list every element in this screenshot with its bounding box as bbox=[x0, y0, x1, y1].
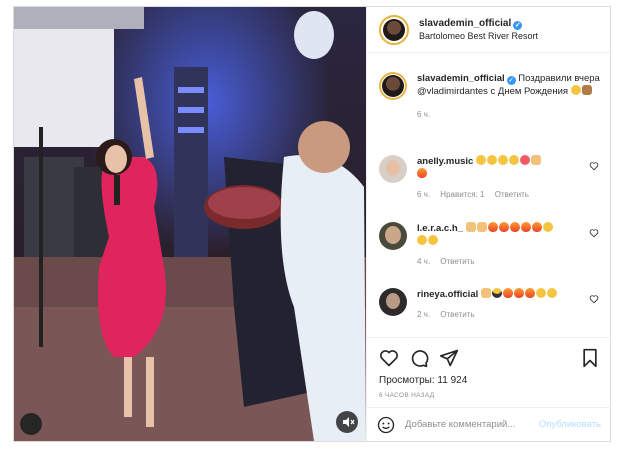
laugh-emoji-icon bbox=[417, 235, 427, 245]
commenter-avatar[interactable] bbox=[379, 155, 407, 183]
verified-icon: ✓ bbox=[506, 76, 516, 85]
laugh-emoji-icon bbox=[428, 235, 438, 245]
posted-ago[interactable]: 6 ЧАСОВ НАЗАД bbox=[379, 392, 434, 399]
fire-emoji-icon bbox=[509, 222, 520, 232]
speaker-muted-icon[interactable] bbox=[336, 411, 358, 433]
comment-body: anelly.music bbox=[417, 155, 605, 181]
smile-icon[interactable] bbox=[377, 416, 395, 434]
comment-item: rineya.official 2 ч. Ответить bbox=[379, 288, 605, 319]
post-side-panel: slavademin_official ✓ Bartolomeo Best Riv… bbox=[366, 7, 611, 441]
views-count: 11 924 bbox=[437, 375, 468, 386]
victory-emoji-icon bbox=[480, 288, 491, 298]
comment-time[interactable]: 4 ч. bbox=[417, 257, 430, 266]
burger-emoji-icon bbox=[581, 85, 592, 95]
comment-item: l.e.r.a.c.h_ 4 ч. Ответить bbox=[379, 222, 605, 266]
caption-text-block: slavademin_official ✓ Поздравили вчера @v… bbox=[417, 72, 605, 98]
clap-emoji-icon bbox=[476, 222, 487, 232]
comment-meta: 4 ч. Ответить bbox=[417, 257, 605, 266]
comment-likes[interactable]: Нравится: 1 bbox=[440, 190, 484, 199]
publish-button[interactable]: Опубликовать bbox=[539, 419, 601, 430]
party-scene-image bbox=[14, 7, 366, 441]
fire-emoji-icon bbox=[498, 222, 509, 232]
fire-emoji-icon bbox=[417, 168, 427, 178]
views-label: Просмотры: bbox=[379, 375, 435, 386]
post-actions: Просмотры: 11 924 6 ЧАСОВ НАЗАД bbox=[367, 337, 611, 407]
post-header: slavademin_official ✓ Bartolomeo Best Riv… bbox=[367, 7, 610, 53]
tagged-user-icon[interactable] bbox=[20, 413, 42, 435]
caption: slavademin_official ✓ Поздравили вчера @v… bbox=[379, 72, 605, 119]
hands-up-emoji-icon bbox=[530, 155, 541, 165]
caption-username[interactable]: slavademin_official bbox=[417, 73, 505, 84]
laugh-emoji-icon bbox=[570, 85, 581, 95]
add-comment-bar: Опубликовать bbox=[367, 407, 611, 441]
comment-icon[interactable] bbox=[409, 348, 429, 368]
laugh-emoji-icon bbox=[535, 288, 546, 298]
laugh-emoji-icon bbox=[475, 155, 486, 165]
share-icon[interactable] bbox=[439, 348, 459, 368]
fire-emoji-icon bbox=[487, 222, 498, 232]
bookmark-icon[interactable] bbox=[581, 348, 599, 368]
laugh-emoji-icon bbox=[508, 155, 519, 165]
verified-icon: ✓ bbox=[513, 21, 523, 30]
reply-link[interactable]: Ответить bbox=[495, 190, 529, 199]
fire-emoji-icon bbox=[524, 288, 535, 298]
comments-list: slavademin_official ✓ Поздравили вчера @v… bbox=[367, 54, 611, 337]
reply-link[interactable]: Ответить bbox=[440, 310, 474, 319]
laugh-emoji-icon bbox=[486, 155, 497, 165]
like-comment-icon[interactable] bbox=[589, 228, 599, 238]
comment-body: l.e.r.a.c.h_ bbox=[417, 222, 605, 248]
views-count-row[interactable]: Просмотры: 11 924 bbox=[379, 375, 467, 386]
comment-username[interactable]: l.e.r.a.c.h_ bbox=[417, 223, 463, 234]
comment-time[interactable]: 2 ч. bbox=[417, 310, 430, 319]
fire-emoji-icon bbox=[502, 288, 513, 298]
comment-item: anelly.music 6 ч. Нравится: 1 Ответить bbox=[379, 155, 605, 199]
action-icons bbox=[379, 348, 459, 368]
sunglasses-emoji-icon bbox=[491, 288, 502, 298]
post-location[interactable]: Bartolomeo Best River Resort bbox=[419, 30, 538, 42]
instagram-post: slavademin_official ✓ Bartolomeo Best Riv… bbox=[13, 6, 611, 442]
fire-emoji-icon bbox=[531, 222, 542, 232]
heart-icon[interactable] bbox=[379, 348, 399, 368]
like-comment-icon[interactable] bbox=[589, 294, 599, 304]
comment-username[interactable]: anelly.music bbox=[417, 156, 473, 167]
caption-time[interactable]: 6 ч. bbox=[417, 110, 430, 119]
comment-body: rineya.official bbox=[417, 288, 605, 301]
laugh-emoji-icon bbox=[497, 155, 508, 165]
comment-time[interactable]: 6 ч. bbox=[417, 190, 430, 199]
clap-emoji-icon bbox=[465, 222, 476, 232]
author-username-row[interactable]: slavademin_official ✓ bbox=[419, 17, 538, 30]
comment-meta: 2 ч. Ответить bbox=[417, 310, 605, 319]
commenter-avatar[interactable] bbox=[379, 288, 407, 316]
fire-emoji-icon bbox=[513, 288, 524, 298]
like-comment-icon[interactable] bbox=[589, 161, 599, 171]
laugh-emoji-icon bbox=[546, 288, 557, 298]
caption-meta: 6 ч. bbox=[417, 110, 605, 119]
author-avatar[interactable] bbox=[379, 14, 409, 45]
heart-eyes-emoji-icon bbox=[519, 155, 530, 165]
caption-avatar[interactable] bbox=[379, 72, 407, 100]
laugh-emoji-icon bbox=[542, 222, 553, 232]
comment-username[interactable]: rineya.official bbox=[417, 289, 478, 300]
author-info: slavademin_official ✓ Bartolomeo Best Riv… bbox=[419, 17, 538, 42]
comment-meta: 6 ч. Нравится: 1 Ответить bbox=[417, 190, 605, 199]
comment-input[interactable] bbox=[405, 419, 539, 430]
post-video[interactable] bbox=[14, 7, 366, 441]
reply-link[interactable]: Ответить bbox=[440, 257, 474, 266]
commenter-avatar[interactable] bbox=[379, 222, 407, 250]
author-username[interactable]: slavademin_official bbox=[419, 18, 511, 29]
fire-emoji-icon bbox=[520, 222, 531, 232]
